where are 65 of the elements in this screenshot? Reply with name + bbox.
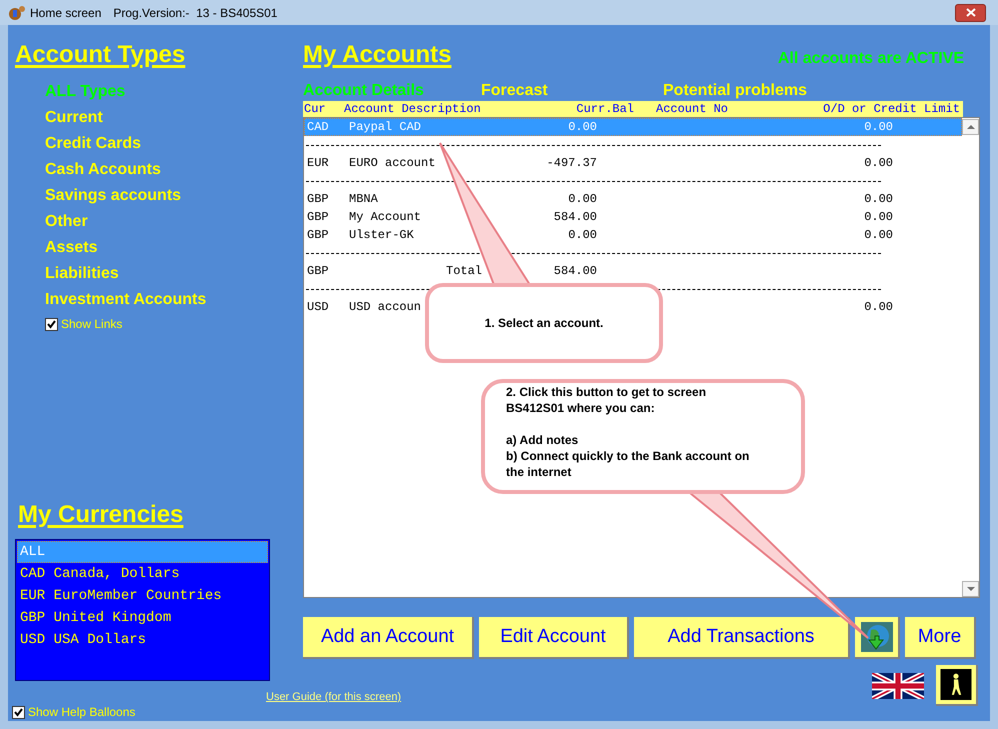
app-icon: [8, 4, 26, 22]
close-icon: [966, 8, 976, 17]
down-arrow-icon: [966, 587, 974, 591]
table-cell-text: My Account: [349, 209, 422, 226]
currency-item[interactable]: CAD Canada, Dollars: [17, 563, 268, 585]
table-cell-text: 584.00: [552, 263, 597, 280]
close-button[interactable]: [955, 4, 986, 22]
add-transactions-button[interactable]: Add Transactions: [634, 617, 850, 659]
more-button[interactable]: More: [905, 617, 976, 659]
section-heading: My Accounts: [303, 40, 452, 70]
currency-list[interactable]: ALL CAD Canada, Dollars EUR EuroMember Countries GBP United Kingdom USD USA Dollars: [15, 539, 270, 681]
table-cell-text: 0.00: [863, 191, 893, 208]
table-cell-text: 0.00: [863, 209, 893, 226]
table-cell-text: 0.00: [863, 227, 893, 244]
table-cell-text: GBP: [307, 209, 330, 226]
currency-item[interactable]: USD USA Dollars: [17, 629, 268, 651]
table-cell-text: Paypal CAD: [349, 119, 422, 136]
walking-person-icon: [940, 669, 972, 700]
checkbox-label: Show Links: [61, 316, 122, 333]
table-cell-text: -497.37: [546, 155, 597, 172]
add-account-button[interactable]: Add an Account: [303, 617, 474, 659]
scroll-up-button[interactable]: [962, 119, 979, 135]
table-cell-text: GBP: [307, 191, 330, 208]
table-cell-text: 584.00: [552, 209, 597, 226]
currency-item[interactable]: EUR EuroMember Countries: [17, 585, 268, 607]
show-help-balloons-checkbox[interactable]: [12, 706, 25, 718]
table-cell-text: 0.00: [567, 119, 597, 136]
show-links-checkbox[interactable]: [45, 318, 58, 330]
table-cell-text: MBNA: [349, 191, 379, 208]
table-cell-text: EUR: [307, 155, 330, 172]
callout-bubble: 2. Click this button to get to screen BS412S01 where you can: a) Add notes b) Connect quickly to the Bank account on the internet: [481, 379, 805, 494]
table-cell-text: 0.00: [567, 227, 597, 244]
callout-bubble: 1. Select an account.: [425, 283, 663, 363]
up-arrow-icon: [966, 125, 974, 129]
uk-flag-icon[interactable]: [872, 672, 924, 698]
account-row[interactable]: GBP My Account 584.00 0.00: [304, 208, 962, 226]
table-cell-text: 0.00: [863, 119, 893, 136]
section-heading: Account Types: [15, 40, 186, 70]
account-row[interactable]: EUR EURO account -497.37 0.00: [304, 154, 962, 172]
internet-button[interactable]: [855, 617, 900, 659]
status-text: All accounts are ACTIVE: [778, 49, 964, 69]
account-row[interactable]: GBP MBNA 0.00 0.00: [304, 190, 962, 208]
table-cell-text: 0.00: [567, 191, 597, 208]
scrollbar[interactable]: [962, 118, 979, 597]
table-cell-text: 0.00: [863, 155, 893, 172]
table-cell-text: Total: [445, 263, 484, 280]
table-cell-text: USD: [307, 299, 330, 316]
account-row[interactable]: GBP Ulster-GK 0.00 0.00: [304, 226, 962, 244]
checkbox-label: Show Help Balloons: [28, 704, 136, 721]
table-cell-text: CAD: [307, 119, 330, 136]
table-cell-text: EURO account: [349, 155, 436, 172]
section-heading: My Currencies: [18, 500, 184, 530]
table-cell-text: GBP: [307, 263, 330, 280]
exit-button[interactable]: [936, 665, 978, 706]
currency-item[interactable]: GBP United Kingdom: [17, 607, 268, 629]
table-cell-text: USD accoun: [349, 299, 422, 316]
scroll-down-button[interactable]: [962, 581, 979, 597]
globe-icon: [860, 622, 892, 652]
table-cell-text: Ulster-GK: [349, 227, 415, 244]
table-cell-text: 0.00: [863, 299, 893, 316]
edit-account-button[interactable]: Edit Account: [479, 617, 629, 659]
window-title: Home screen: [30, 4, 102, 22]
table-cell-text: GBP: [307, 227, 330, 244]
table-header: Cur Account Description Curr.Bal Account No O/D or Credit Limit: [303, 101, 963, 117]
program-version: Prog.Version:- 13 - BS405S01: [113, 4, 278, 22]
